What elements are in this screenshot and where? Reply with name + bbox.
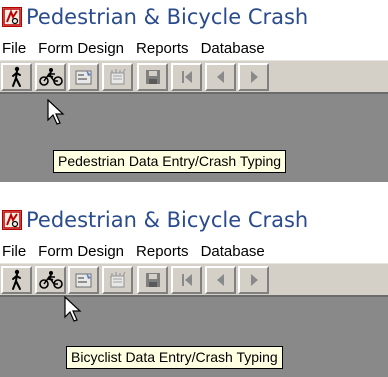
- menu-file[interactable]: File: [0, 40, 32, 57]
- new-record-button[interactable]: [102, 266, 133, 294]
- tooltip: Pedestrian Data Entry/Crash Typing: [53, 150, 287, 173]
- menu-reports[interactable]: Reports: [130, 243, 195, 260]
- bicyclist-icon: [38, 68, 63, 86]
- bicyclist-button[interactable]: [35, 266, 66, 294]
- first-record-icon: [181, 71, 192, 83]
- properties-icon: [75, 70, 91, 85]
- properties-icon: [75, 273, 91, 288]
- previous-record-button[interactable]: [205, 63, 236, 91]
- pedestrian-button[interactable]: [1, 266, 32, 294]
- menu-database[interactable]: Database: [195, 40, 271, 57]
- save-button[interactable]: [137, 266, 168, 294]
- next-record-button[interactable]: [238, 266, 269, 294]
- properties-button[interactable]: [68, 266, 99, 294]
- app-logo-icon: [2, 210, 22, 230]
- mouse-pointer-icon: [47, 99, 65, 125]
- menu-bar: File Form Design Reports Database: [0, 239, 388, 263]
- menu-reports[interactable]: Reports: [130, 40, 195, 57]
- app-window-pedestrian-hover: Pedestrian & Bicycle Crash File Form Des…: [0, 0, 388, 182]
- window-title: Pedestrian & Bicycle Crash: [26, 208, 309, 232]
- properties-button[interactable]: [68, 63, 99, 91]
- next-record-icon: [250, 71, 258, 83]
- first-record-icon: [181, 274, 192, 286]
- app-logo-icon: [2, 7, 22, 27]
- bicyclist-button[interactable]: [35, 63, 66, 91]
- title-bar: Pedestrian & Bicycle Crash: [0, 0, 388, 34]
- menu-bar: File Form Design Reports Database: [0, 36, 388, 60]
- menu-form-design[interactable]: Form Design: [32, 243, 130, 260]
- window-title: Pedestrian & Bicycle Crash: [26, 5, 309, 29]
- pedestrian-button[interactable]: [1, 63, 32, 91]
- first-record-button[interactable]: [171, 266, 202, 294]
- title-bar: Pedestrian & Bicycle Crash: [0, 203, 388, 237]
- next-record-button[interactable]: [238, 63, 269, 91]
- new-record-icon: [110, 271, 126, 288]
- save-button[interactable]: [137, 63, 168, 91]
- tooltip: Bicyclist Data Entry/Crash Typing: [66, 346, 283, 369]
- toolbar: [0, 60, 388, 92]
- previous-record-icon: [216, 71, 224, 83]
- previous-record-button[interactable]: [205, 266, 236, 294]
- pedestrian-icon: [11, 269, 21, 290]
- new-record-icon: [110, 68, 126, 85]
- save-icon: [145, 273, 160, 287]
- pedestrian-icon: [11, 66, 21, 87]
- menu-database[interactable]: Database: [195, 243, 271, 260]
- save-icon: [145, 70, 160, 84]
- first-record-button[interactable]: [171, 63, 202, 91]
- next-record-icon: [250, 274, 258, 286]
- menu-file[interactable]: File: [0, 243, 32, 260]
- menu-form-design[interactable]: Form Design: [32, 40, 130, 57]
- previous-record-icon: [216, 274, 224, 286]
- mouse-pointer-icon: [64, 296, 82, 322]
- new-record-button[interactable]: [102, 63, 133, 91]
- app-window-bicyclist-hover: Pedestrian & Bicycle Crash File Form Des…: [0, 203, 388, 377]
- bicyclist-icon: [38, 271, 63, 289]
- toolbar: [0, 263, 388, 295]
